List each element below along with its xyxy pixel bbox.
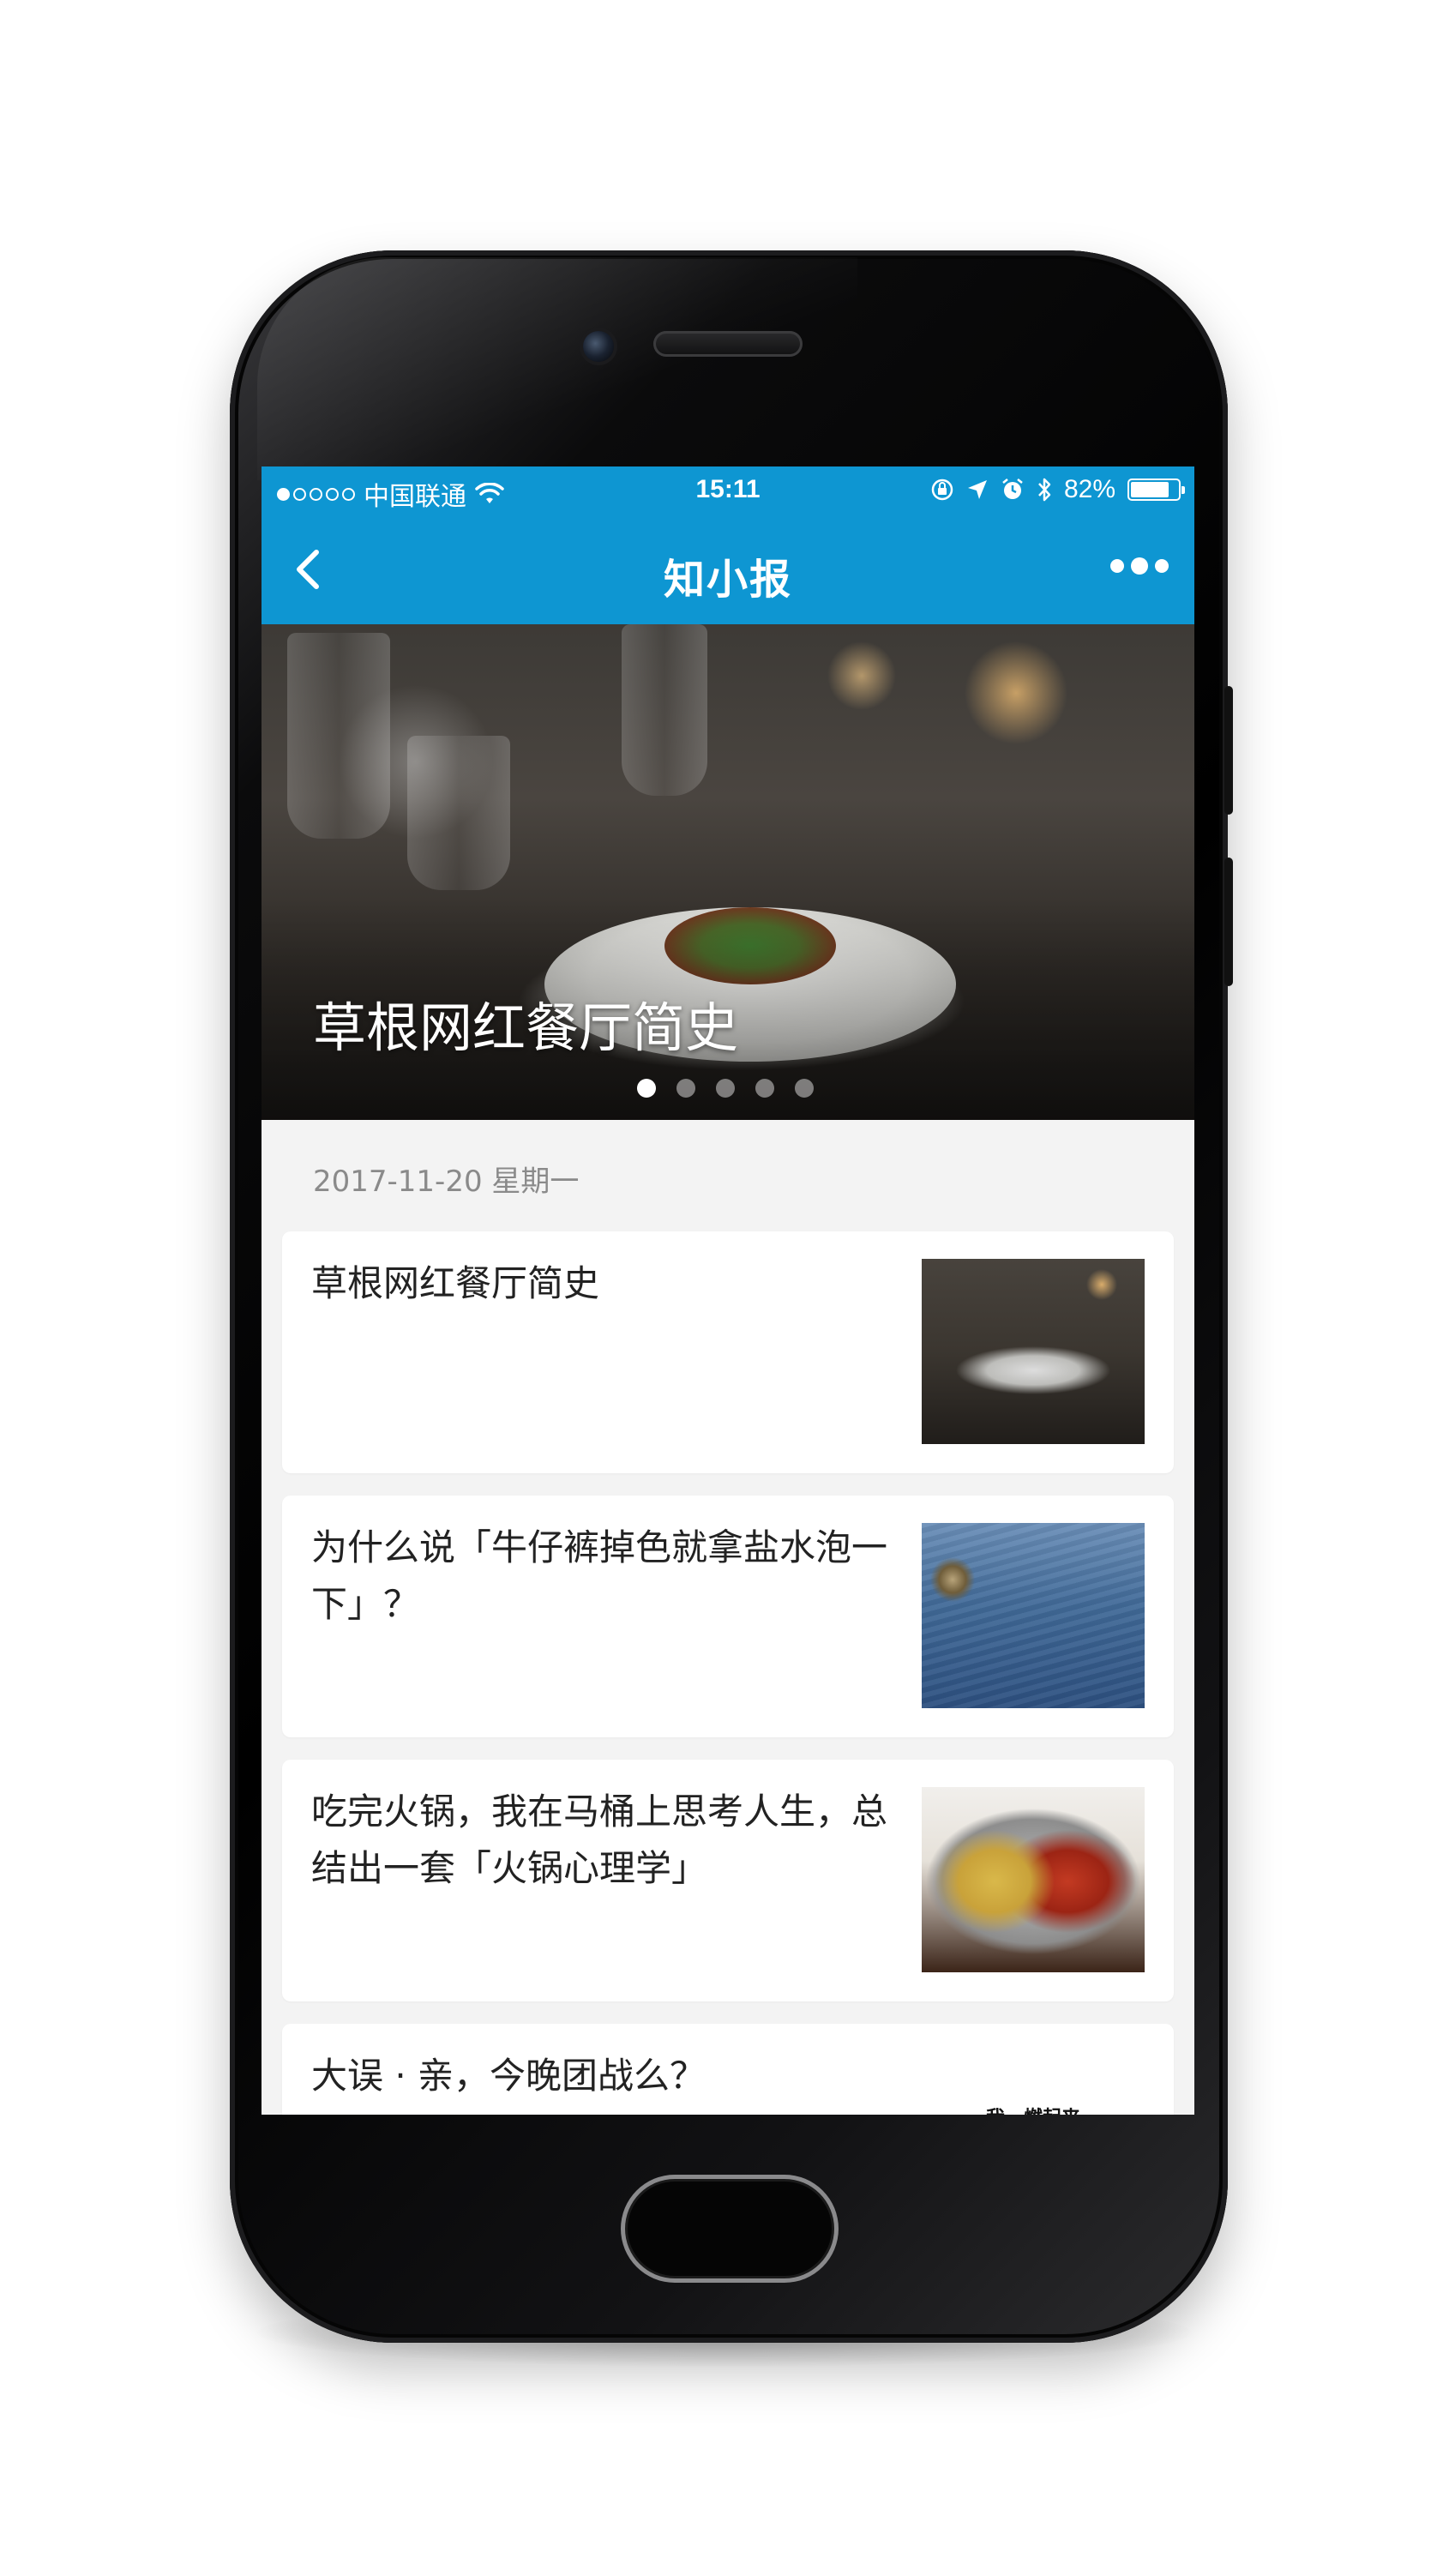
hero-glass-image — [287, 633, 390, 839]
home-button[interactable] — [621, 2175, 839, 2283]
article-title: 为什么说「牛仔裤掉色就拿盐水泡一下」？ — [311, 1526, 888, 1625]
alarm-icon — [1002, 478, 1023, 499]
volume-button — [1224, 858, 1233, 986]
hero-title: 草根网红餐厅简史 — [313, 996, 739, 1059]
location-icon — [967, 480, 987, 499]
date-label: 2017-11-20 星期一 — [313, 1165, 580, 1199]
battery-percent: 82% — [1063, 475, 1115, 503]
more-dots-icon[interactable] — [1110, 557, 1169, 575]
battery-icon — [1127, 478, 1185, 501]
article-title: 草根网红餐厅简史 — [311, 1262, 600, 1304]
pagination-dot[interactable] — [755, 1079, 774, 1098]
power-button — [1224, 686, 1233, 815]
hero-banner[interactable]: 草根网红餐厅简史 — [262, 624, 1194, 1120]
article-card[interactable]: 为什么说「牛仔裤掉色就拿盐水泡一下」？ — [282, 1496, 1174, 1737]
thumbnail-caption: 我一燃起来 — [922, 2103, 1145, 2115]
article-thumbnail — [922, 1523, 1145, 1708]
article-card[interactable]: 大误 · 亲，今晚团战么？ 我一燃起来 — [282, 2024, 1174, 2115]
rotation-lock-icon — [931, 478, 953, 501]
hero-glass-image — [407, 736, 510, 890]
front-camera — [583, 331, 614, 362]
hero-glass-image — [622, 624, 707, 796]
article-title: 吃完火锅，我在马桶上思考人生，总结出一套「火锅心理学」 — [311, 1791, 888, 1889]
article-thumbnail — [922, 1787, 1145, 1972]
status-right: 82% — [930, 475, 1185, 504]
article-thumbnail — [922, 1259, 1145, 1444]
article-card[interactable]: 草根网红餐厅简史 — [282, 1231, 1174, 1473]
pagination-dot[interactable] — [795, 1079, 814, 1098]
pagination-dot[interactable] — [676, 1079, 695, 1098]
app-screen: 中国联通 15:11 82% 知小报 草根网红餐厅简史 2017-11-20 星… — [262, 466, 1194, 2115]
hero-pagination — [637, 1079, 814, 1098]
nav-bar: 知小报 — [262, 515, 1194, 624]
article-title: 大误 · 亲，今晚团战么？ — [311, 2055, 706, 2097]
pagination-dot[interactable] — [637, 1079, 656, 1098]
article-thumbnail: 我一燃起来 — [922, 2051, 1145, 2115]
bluetooth-icon — [1038, 478, 1051, 502]
status-bar: 中国联通 15:11 82% — [262, 466, 1194, 515]
article-card[interactable]: 吃完火锅，我在马桶上思考人生，总结出一套「火锅心理学」 — [282, 1760, 1174, 2001]
page-title: 知小报 — [663, 556, 792, 604]
pagination-dot[interactable] — [716, 1079, 735, 1098]
earpiece-speaker — [653, 331, 803, 357]
